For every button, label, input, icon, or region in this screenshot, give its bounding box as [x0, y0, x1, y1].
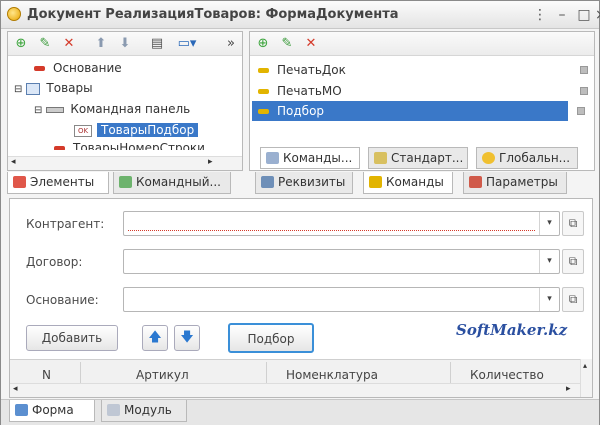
command-item-podbor[interactable]: Подбор	[252, 101, 568, 121]
column-header-quantity[interactable]: Количество	[470, 368, 544, 382]
commands-toolbar: ⊕ ✎ ✕	[250, 32, 594, 56]
basis-input[interactable]: ▾	[123, 287, 560, 312]
scroll-right-icon[interactable]: ▸	[208, 157, 213, 167]
button-icon: OK	[74, 124, 92, 137]
subtab-global[interactable]: Глобальн...	[476, 147, 578, 169]
tab-elements[interactable]: Элементы	[7, 172, 109, 194]
command-icon	[258, 89, 269, 94]
open-icon[interactable]: ⧉	[562, 287, 584, 312]
command-panel-icon	[46, 106, 65, 113]
tree-item-command-panel[interactable]: ⊟ Командная панель	[34, 99, 190, 119]
module-icon	[107, 404, 120, 416]
properties-icon[interactable]: ▤	[148, 35, 166, 53]
view-menu-icon[interactable]: ▭▾	[174, 35, 200, 53]
subtab-commands[interactable]: Команды...	[260, 147, 360, 169]
attributes-icon	[261, 176, 274, 188]
move-up-button[interactable]: 🡅	[142, 325, 168, 351]
left-tabs: Элементы Командный...	[7, 172, 243, 194]
form-icon	[15, 404, 28, 416]
dropdown-icon[interactable]: ▾	[539, 212, 559, 235]
command-marker-icon	[577, 107, 585, 115]
command-item-pechatdok[interactable]: ПечатьДок	[258, 60, 588, 80]
counterparty-input[interactable]: ▾	[123, 211, 560, 236]
toolbar-more-icon[interactable]: »	[222, 35, 240, 53]
scroll-left-icon[interactable]: ◂	[13, 384, 18, 394]
app-icon	[7, 7, 21, 21]
delete-icon[interactable]: ✕	[60, 35, 78, 53]
tab-form[interactable]: Форма	[9, 400, 95, 422]
tree-item-osnovanie[interactable]: Основание	[34, 58, 122, 78]
tree-item-tovary-podbor[interactable]: OK ТоварыПодбор	[74, 120, 199, 140]
form-preview: Контрагент: ▾ ⧉ Договор: ▾ ⧉ Основание: …	[9, 198, 593, 398]
required-underline	[128, 230, 535, 231]
column-header-article[interactable]: Артикул	[136, 368, 189, 382]
field-icon	[54, 146, 65, 150]
right-tabs: Реквизиты Команды Параметры	[249, 172, 595, 194]
add-icon[interactable]: ⊕	[12, 35, 30, 53]
edit-icon[interactable]: ✎	[278, 35, 296, 53]
tab-command-interface[interactable]: Командный...	[113, 172, 231, 194]
standard-commands-icon	[374, 152, 387, 164]
command-interface-icon	[119, 176, 132, 188]
move-down-button[interactable]: 🡇	[174, 325, 200, 351]
more-icon[interactable]: ⋮	[531, 6, 549, 24]
move-down-icon[interactable]: ⬇	[116, 35, 134, 53]
commands-panel: ⊕ ✎ ✕ ПечатьДок ПечатьМО Подбор Команды.…	[249, 31, 595, 171]
table-vertical-scrollbar[interactable]: ▴	[580, 359, 592, 397]
scroll-up-icon[interactable]: ▴	[583, 361, 587, 370]
field-icon	[34, 66, 45, 71]
command-marker-icon	[580, 87, 588, 95]
column-header-n[interactable]: N	[42, 368, 51, 382]
collapse-icon[interactable]: ⊟	[14, 84, 22, 95]
close-button[interactable]: ×	[595, 6, 600, 24]
table-icon	[26, 82, 41, 95]
command-icon	[258, 109, 269, 114]
form-commands-icon	[266, 152, 279, 164]
maximize-button[interactable]: □	[575, 6, 593, 24]
tree-horizontal-scrollbar[interactable]: ◂ ▸	[8, 156, 242, 170]
title-bar: Документ РеализацияТоваров: ФормаДокумен…	[1, 1, 600, 29]
add-icon[interactable]: ⊕	[254, 35, 272, 53]
open-icon[interactable]: ⧉	[562, 249, 584, 274]
watermark: SoftMaker.kz	[456, 321, 568, 339]
commands-icon	[369, 176, 382, 188]
contract-input[interactable]: ▾	[123, 249, 560, 274]
delete-icon[interactable]: ✕	[302, 35, 320, 53]
tree-item-nomer-stroki[interactable]: ТоварыНомерСтроки	[54, 140, 205, 150]
minimize-button[interactable]: –	[553, 6, 571, 24]
elements-toolbar: ⊕ ✎ ✕ ⬆ ⬇ ▤ ▭▾ »	[8, 32, 242, 56]
tab-parameters[interactable]: Параметры	[463, 172, 567, 194]
command-marker-icon	[580, 66, 588, 74]
elements-panel: ⊕ ✎ ✕ ⬆ ⬇ ▤ ▭▾ » Основание ⊟ Товары ⊟ Кома…	[7, 31, 243, 171]
parameters-icon	[469, 176, 482, 188]
edit-icon[interactable]: ✎	[36, 35, 54, 53]
add-button[interactable]: Добавить	[26, 325, 118, 351]
scroll-left-icon[interactable]: ◂	[11, 157, 16, 167]
dropdown-icon[interactable]: ▾	[539, 250, 559, 273]
window-title: Документ РеализацияТоваров: ФормаДокумен…	[27, 7, 399, 22]
tab-attributes[interactable]: Реквизиты	[255, 172, 353, 194]
field-label-basis: Основание:	[26, 293, 99, 307]
dropdown-icon[interactable]: ▾	[539, 288, 559, 311]
bottom-tabs: Форма Модуль	[1, 399, 599, 425]
column-header-nomenclature[interactable]: Номенклатура	[286, 368, 378, 382]
collapse-icon[interactable]: ⊟	[34, 105, 42, 116]
field-label-counterparty: Контрагент:	[26, 217, 105, 231]
podbor-button[interactable]: Подбор	[228, 323, 314, 353]
field-label-contract: Договор:	[26, 255, 83, 269]
tab-module[interactable]: Модуль	[101, 400, 187, 422]
move-up-icon[interactable]: ⬆	[92, 35, 110, 53]
designer-window: Документ РеализацияТоваров: ФормаДокумен…	[0, 0, 600, 425]
command-item-pechatmo[interactable]: ПечатьМО	[258, 81, 588, 101]
scroll-right-icon[interactable]: ▸	[566, 384, 571, 394]
tab-commands[interactable]: Команды	[363, 172, 453, 194]
open-icon[interactable]: ⧉	[562, 211, 584, 236]
tree-item-tovary[interactable]: ⊟ Товары	[14, 78, 93, 98]
command-icon	[258, 68, 269, 73]
global-commands-icon	[482, 152, 495, 164]
subtab-standard[interactable]: Стандарт...	[368, 147, 468, 169]
form-horizontal-scrollbar[interactable]: ◂ ▸	[10, 383, 580, 397]
elements-icon	[13, 176, 26, 188]
